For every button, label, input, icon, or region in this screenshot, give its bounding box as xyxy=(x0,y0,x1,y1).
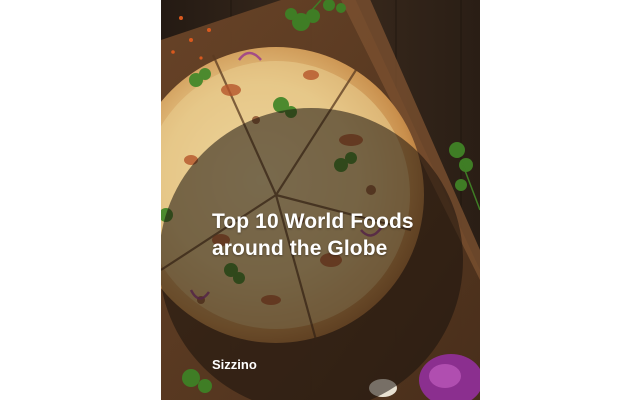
cover-title-line-1: Top 10 World Foods xyxy=(212,210,414,233)
page: Top 10 World Foods around the Globe Sizz… xyxy=(0,0,640,400)
book-cover[interactable]: Top 10 World Foods around the Globe Sizz… xyxy=(161,0,480,400)
cover-title-line-2: around the Globe xyxy=(212,237,388,260)
cover-author: Sizzino xyxy=(212,357,257,372)
cover-image-pizza-on-board xyxy=(161,0,480,400)
cover-title: Top 10 World Foods around the Globe xyxy=(212,208,452,262)
